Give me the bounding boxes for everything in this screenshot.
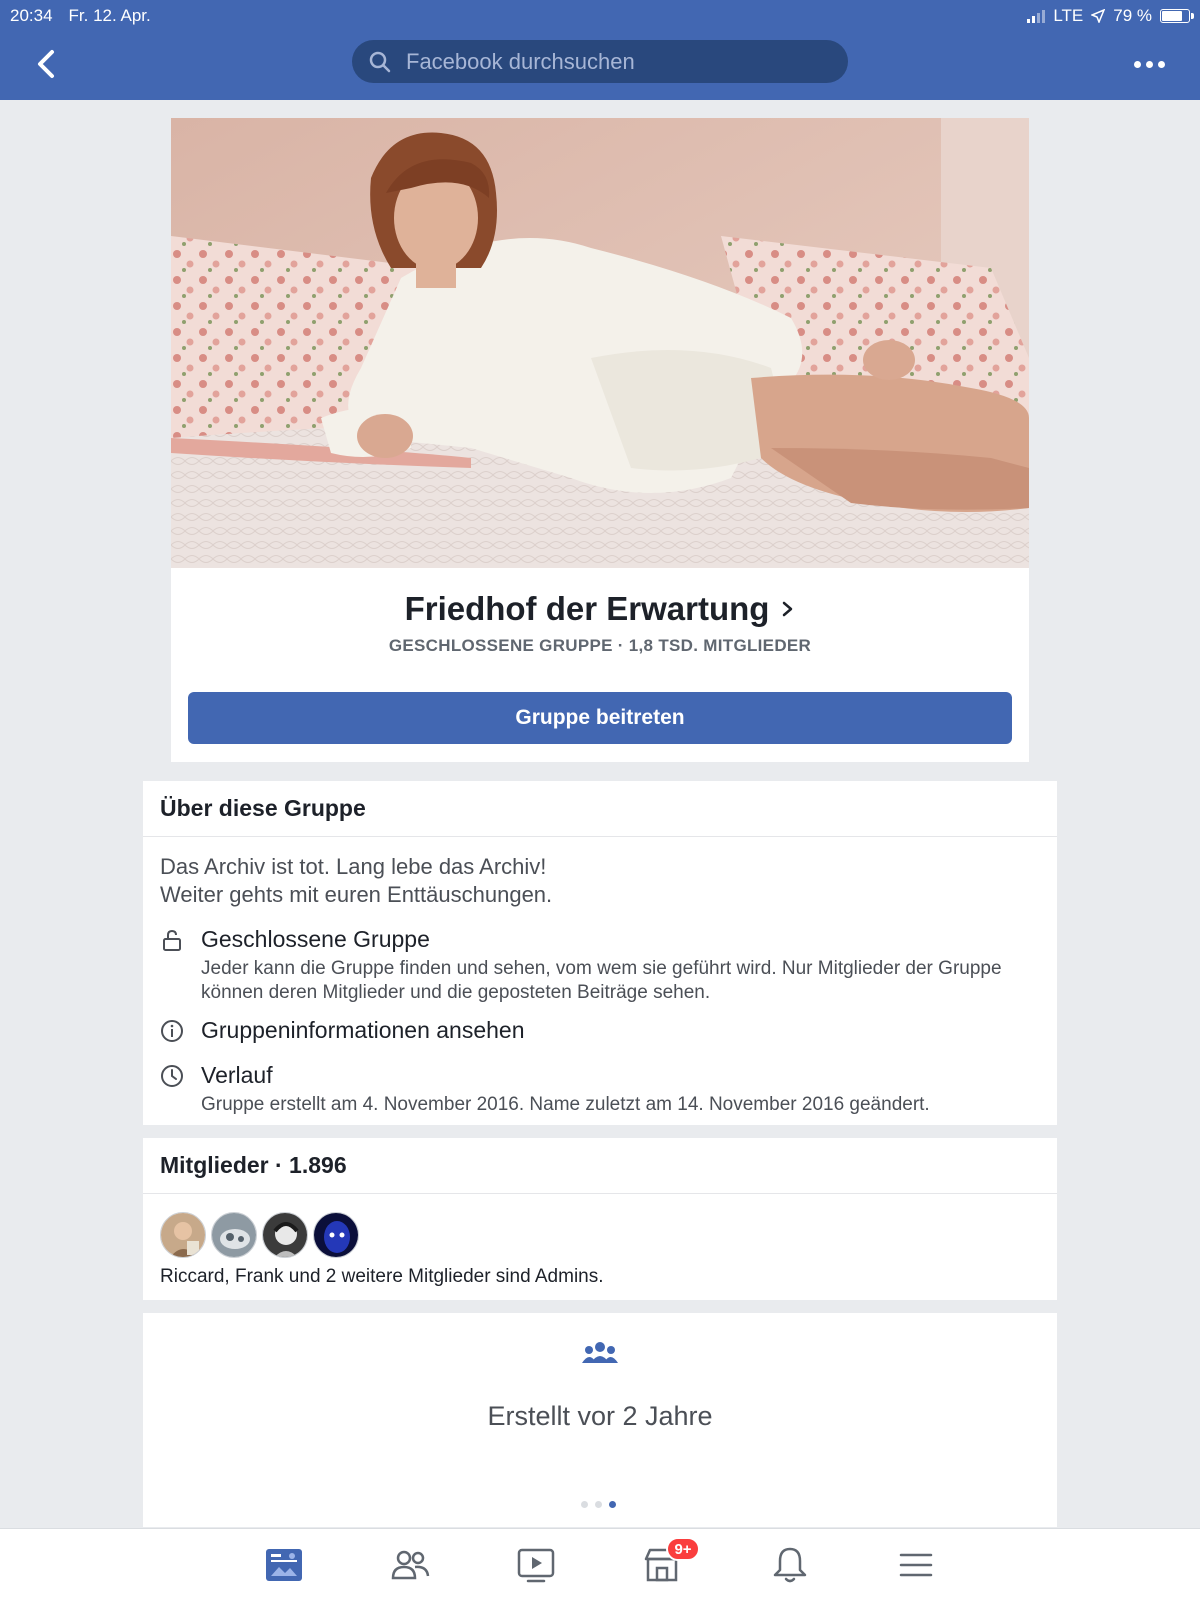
created-text: Erstellt vor 2 Jahre	[487, 1401, 713, 1431]
group-info-link[interactable]: Gruppeninformationen ansehen	[160, 1017, 1040, 1047]
battery-percent: 79 %	[1113, 6, 1152, 25]
clock-icon	[161, 1065, 183, 1087]
friends-icon	[391, 1550, 430, 1580]
more-options-button[interactable]	[1134, 56, 1170, 72]
avatar[interactable]	[313, 1212, 359, 1258]
description-line: Weiter gehts mit euren Enttäuschungen.	[160, 882, 553, 907]
lock-icon	[163, 929, 181, 951]
top-bar: 20:34 Fr. 12. Apr. LTE 79 %	[0, 0, 1200, 100]
search-input[interactable]	[406, 48, 806, 75]
nav-menu[interactable]	[894, 1543, 938, 1587]
network-label: LTE	[1053, 6, 1084, 25]
join-group-button[interactable]: Gruppe beitreten	[188, 692, 1012, 744]
info-icon	[161, 1020, 183, 1042]
status-bar: 20:34 Fr. 12. Apr. LTE 79 %	[0, 0, 1200, 30]
battery-icon	[1160, 9, 1194, 23]
about-card: Über diese Gruppe Das Archiv ist tot. La…	[143, 781, 1057, 1125]
watch-icon	[517, 1548, 555, 1583]
group-cover-card: Friedhof der Erwartung GESCHLOSSENE GRUP…	[171, 118, 1029, 762]
group-info-label[interactable]: Gruppeninformationen ansehen	[201, 1017, 525, 1044]
nav-watch[interactable]	[514, 1543, 558, 1587]
status-date: Fr. 12. Apr.	[68, 6, 151, 25]
more-dots-icon	[1134, 60, 1141, 68]
privacy-info: Geschlossene Gruppe Jeder kann die Grupp…	[160, 926, 1040, 1004]
avatar[interactable]	[262, 1212, 308, 1258]
avatar[interactable]	[211, 1212, 257, 1258]
group-subtitle: GESCHLOSSENE GRUPPE · 1,8 TSD. MITGLIEDE…	[388, 636, 812, 655]
admins-text: Riccard, Frank und 2 weitere Mitglieder …	[160, 1266, 604, 1287]
news-feed-icon	[266, 1549, 302, 1581]
search-icon	[369, 51, 391, 72]
cover-photo[interactable]	[171, 118, 1029, 568]
history-title: Verlauf	[201, 1062, 273, 1088]
history-text: Gruppe erstellt am 4. November 2016. Nam…	[201, 1094, 930, 1115]
nav-friends[interactable]	[388, 1543, 432, 1587]
status-time: 20:34	[10, 6, 53, 25]
nav-marketplace[interactable]: 9+	[640, 1537, 700, 1587]
privacy-text: Jeder kann die Gruppe finden und sehen, …	[201, 958, 1002, 1003]
location-arrow-icon	[1091, 9, 1106, 23]
cover-photo-image	[171, 118, 1029, 568]
page-dots	[581, 1501, 616, 1508]
bottom-nav: 9+	[0, 1528, 1200, 1600]
nav-news-feed[interactable]	[262, 1543, 306, 1587]
chevron-right-icon	[783, 601, 793, 617]
notifications-icon	[773, 1547, 807, 1583]
marketplace-badge: 9+	[666, 1537, 700, 1561]
menu-icon	[899, 1553, 933, 1577]
group-title-row[interactable]: Friedhof der Erwartung	[171, 590, 1029, 628]
back-button[interactable]	[30, 44, 64, 84]
chevron-left-icon	[38, 50, 54, 78]
privacy-title: Geschlossene Gruppe	[201, 926, 430, 952]
nav-notifications[interactable]	[768, 1543, 812, 1587]
members-heading[interactable]: Mitglieder · 1.896	[143, 1138, 1057, 1194]
description-line: Das Archiv ist tot. Lang lebe das Archiv…	[160, 854, 547, 879]
signal-icon	[1027, 9, 1046, 23]
search-bar[interactable]	[352, 40, 848, 83]
members-card: Mitglieder · 1.896 Riccard, Frank und 2 …	[143, 1138, 1057, 1300]
about-heading: Über diese Gruppe	[143, 781, 1057, 837]
avatar[interactable]	[160, 1212, 206, 1258]
group-description: Das Archiv ist tot. Lang lebe das Archiv…	[160, 853, 1020, 909]
admin-avatars	[160, 1212, 359, 1258]
history-info: Verlauf Gruppe erstellt am 4. November 2…	[160, 1062, 1040, 1118]
group-people-icon	[582, 1342, 618, 1363]
group-name[interactable]: Friedhof der Erwartung	[405, 590, 770, 628]
created-card: Erstellt vor 2 Jahre	[143, 1313, 1057, 1527]
